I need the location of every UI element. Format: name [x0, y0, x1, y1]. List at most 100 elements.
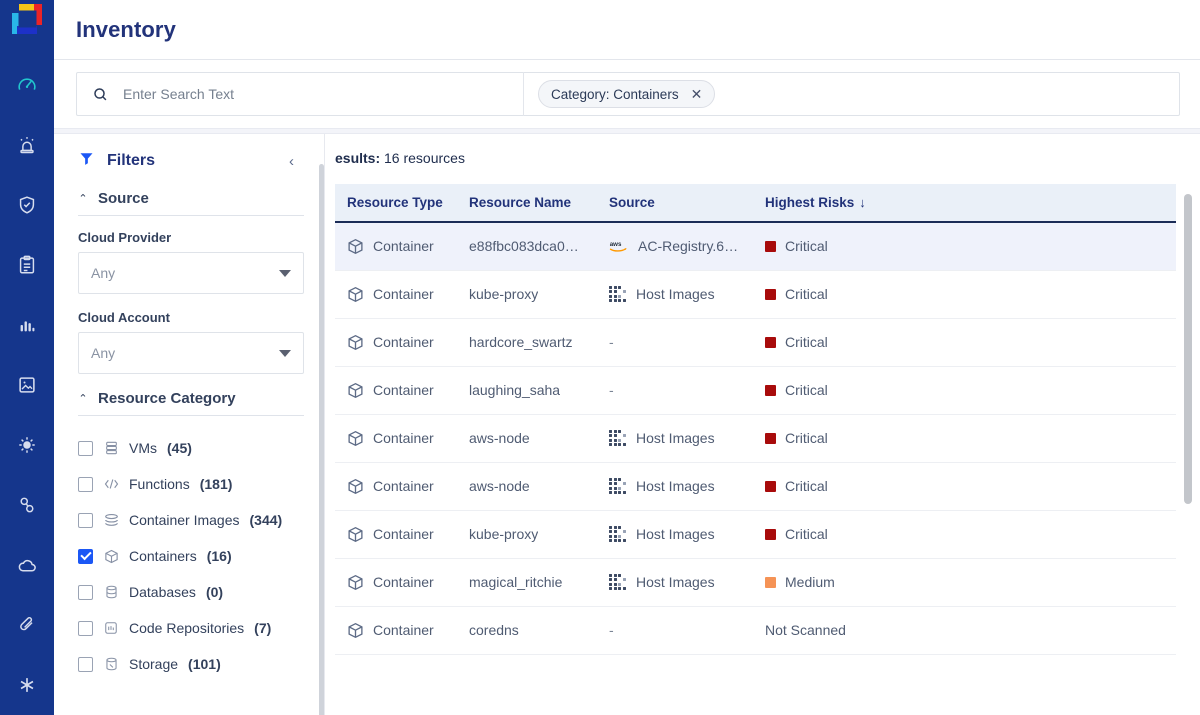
resource-type-text: Container [373, 574, 434, 590]
column-header-resource-name[interactable]: Resource Name [457, 184, 597, 223]
filters-panel: Filters ‹ ⌃ Source Cloud Provider Any Cl… [54, 134, 324, 715]
table-row[interactable]: Container magical_ritchie Host Images Me… [335, 558, 1176, 607]
nav-policies[interactable] [0, 175, 54, 235]
filter-funnel-icon [78, 150, 95, 172]
checkbox[interactable] [78, 620, 93, 636]
filter-section-resource-category-title: Resource Category [98, 390, 236, 407]
resource-type-text: Container [373, 382, 434, 398]
category-item-code-repositories[interactable]: Code Repositories (7) [78, 610, 304, 646]
checkbox[interactable] [78, 656, 93, 672]
sort-desc-icon: ↓ [859, 195, 866, 210]
category-item-container-images[interactable]: Container Images (344) [78, 502, 304, 538]
cell-resource-name: laughing_saha [457, 366, 597, 415]
divider [78, 415, 304, 416]
close-icon[interactable]: ✕ [691, 87, 703, 101]
active-filter-chips: Category: Containers ✕ [523, 72, 1179, 116]
collapse-panel-button[interactable]: ‹ [283, 152, 300, 171]
clipboard-icon [16, 254, 38, 276]
cloud-provider-label: Cloud Provider [78, 230, 172, 245]
results-label: esults: [335, 150, 381, 166]
cell-source: Host Images [597, 558, 753, 607]
table-head: Resource Type Resource Name Source Highe… [335, 184, 1176, 223]
checkbox[interactable] [78, 440, 93, 456]
nav-vulnerabilities[interactable] [0, 415, 54, 475]
category-label: Containers [129, 548, 197, 564]
database-icon [103, 585, 119, 599]
checkbox[interactable] [78, 512, 93, 528]
results-count: 16 resources [384, 150, 465, 166]
cell-highest-risk: Not Scanned [753, 606, 1176, 655]
main-column: Inventory Category: Containers ✕ [54, 0, 1200, 715]
risk-text: Critical [785, 238, 828, 255]
column-header-source[interactable]: Source [597, 184, 753, 223]
resource-type-text: Container [373, 526, 434, 542]
category-label: Functions [129, 476, 190, 492]
repo-icon [103, 621, 119, 635]
nav-cloud[interactable] [0, 535, 54, 595]
inventory-app: Inventory Category: Containers ✕ [0, 0, 1200, 715]
table-row[interactable]: Container hardcore_swartz - Critical [335, 318, 1176, 367]
resource-name-text: coredns [469, 622, 519, 638]
table-row[interactable]: Container aws-node Host Images Critical [335, 462, 1176, 511]
category-item-containers[interactable]: Containers (16) [78, 538, 304, 574]
checkbox[interactable] [78, 476, 93, 492]
cell-resource-type: Container [335, 270, 457, 319]
cloud-account-select[interactable]: Any [78, 332, 304, 374]
filter-chip-category[interactable]: Category: Containers ✕ [538, 80, 716, 108]
filter-section-source-header[interactable]: ⌃ Source [78, 190, 304, 207]
category-item-vms[interactable]: VMs (45) [78, 430, 304, 466]
cell-highest-risk: Critical [753, 510, 1176, 559]
table-row[interactable]: Container kube-proxy Host Images Critica… [335, 270, 1176, 319]
checkbox[interactable] [78, 548, 93, 564]
resource-name-text: aws-node [469, 430, 530, 446]
search-input[interactable] [123, 86, 523, 102]
nav-alerts[interactable] [0, 115, 54, 175]
column-header-resource-type[interactable]: Resource Type [335, 184, 457, 223]
app-logo[interactable] [0, 0, 54, 37]
severity-swatch [765, 432, 776, 444]
cloud-provider-select[interactable]: Any [78, 252, 304, 294]
chevron-down-icon [279, 269, 291, 277]
column-header-highest-risks[interactable]: Highest Risks ↓ [753, 184, 1176, 223]
table-row[interactable]: Container aws-node Host Images Critical [335, 414, 1176, 463]
category-label: Container Images [129, 512, 240, 528]
container-box-icon [103, 549, 119, 564]
resource-name-text: magical_ritchie [469, 574, 563, 590]
table-row[interactable]: Container kube-proxy Host Images Critica… [335, 510, 1176, 559]
filter-section-resource-category: ⌃ Resource Category VMs (45) Functions (… [78, 390, 304, 682]
table-scrollbar[interactable] [1184, 194, 1192, 504]
cell-highest-risk: Critical [753, 462, 1176, 511]
image-inventory-icon [16, 374, 38, 396]
resource-type-text: Container [373, 334, 434, 350]
category-item-functions[interactable]: Functions (181) [78, 466, 304, 502]
nav-reports[interactable] [0, 295, 54, 355]
risk-text: Medium [785, 574, 835, 590]
nav-attachments[interactable] [0, 595, 54, 655]
container-box-icon [347, 478, 364, 495]
results-summary: esults: 16 resources [335, 134, 1200, 184]
source-text: - [609, 382, 614, 398]
table-row[interactable]: Container coredns - Not Scanned [335, 606, 1176, 655]
nav-integrations[interactable] [0, 475, 54, 535]
container-box-icon [347, 526, 364, 543]
chevron-up-icon: ⌃ [78, 393, 88, 405]
table-row[interactable]: Container laughing_saha - Critical [335, 366, 1176, 415]
cell-highest-risk: Critical [753, 222, 1176, 271]
nav-dashboard[interactable] [0, 55, 54, 115]
nav-inventory[interactable] [0, 355, 54, 415]
nav-settings[interactable] [0, 655, 54, 715]
cell-resource-type: Container [335, 318, 457, 367]
nav-compliance[interactable] [0, 235, 54, 295]
cell-resource-name: kube-proxy [457, 270, 597, 319]
cell-resource-name: aws-node [457, 462, 597, 511]
risk-text: Critical [785, 478, 828, 494]
category-item-databases[interactable]: Databases (0) [78, 574, 304, 610]
filters-title: Filters [107, 152, 156, 169]
table-row[interactable]: Container e88fbc083dca0aa … aws AC-Regis… [335, 222, 1176, 271]
container-box-icon [347, 622, 364, 639]
filter-section-resource-category-header[interactable]: ⌃ Resource Category [78, 390, 304, 407]
source-text: Host Images [636, 574, 715, 590]
cell-resource-name: aws-node [457, 414, 597, 463]
checkbox[interactable] [78, 584, 93, 600]
category-item-storage[interactable]: Storage (101) [78, 646, 304, 682]
